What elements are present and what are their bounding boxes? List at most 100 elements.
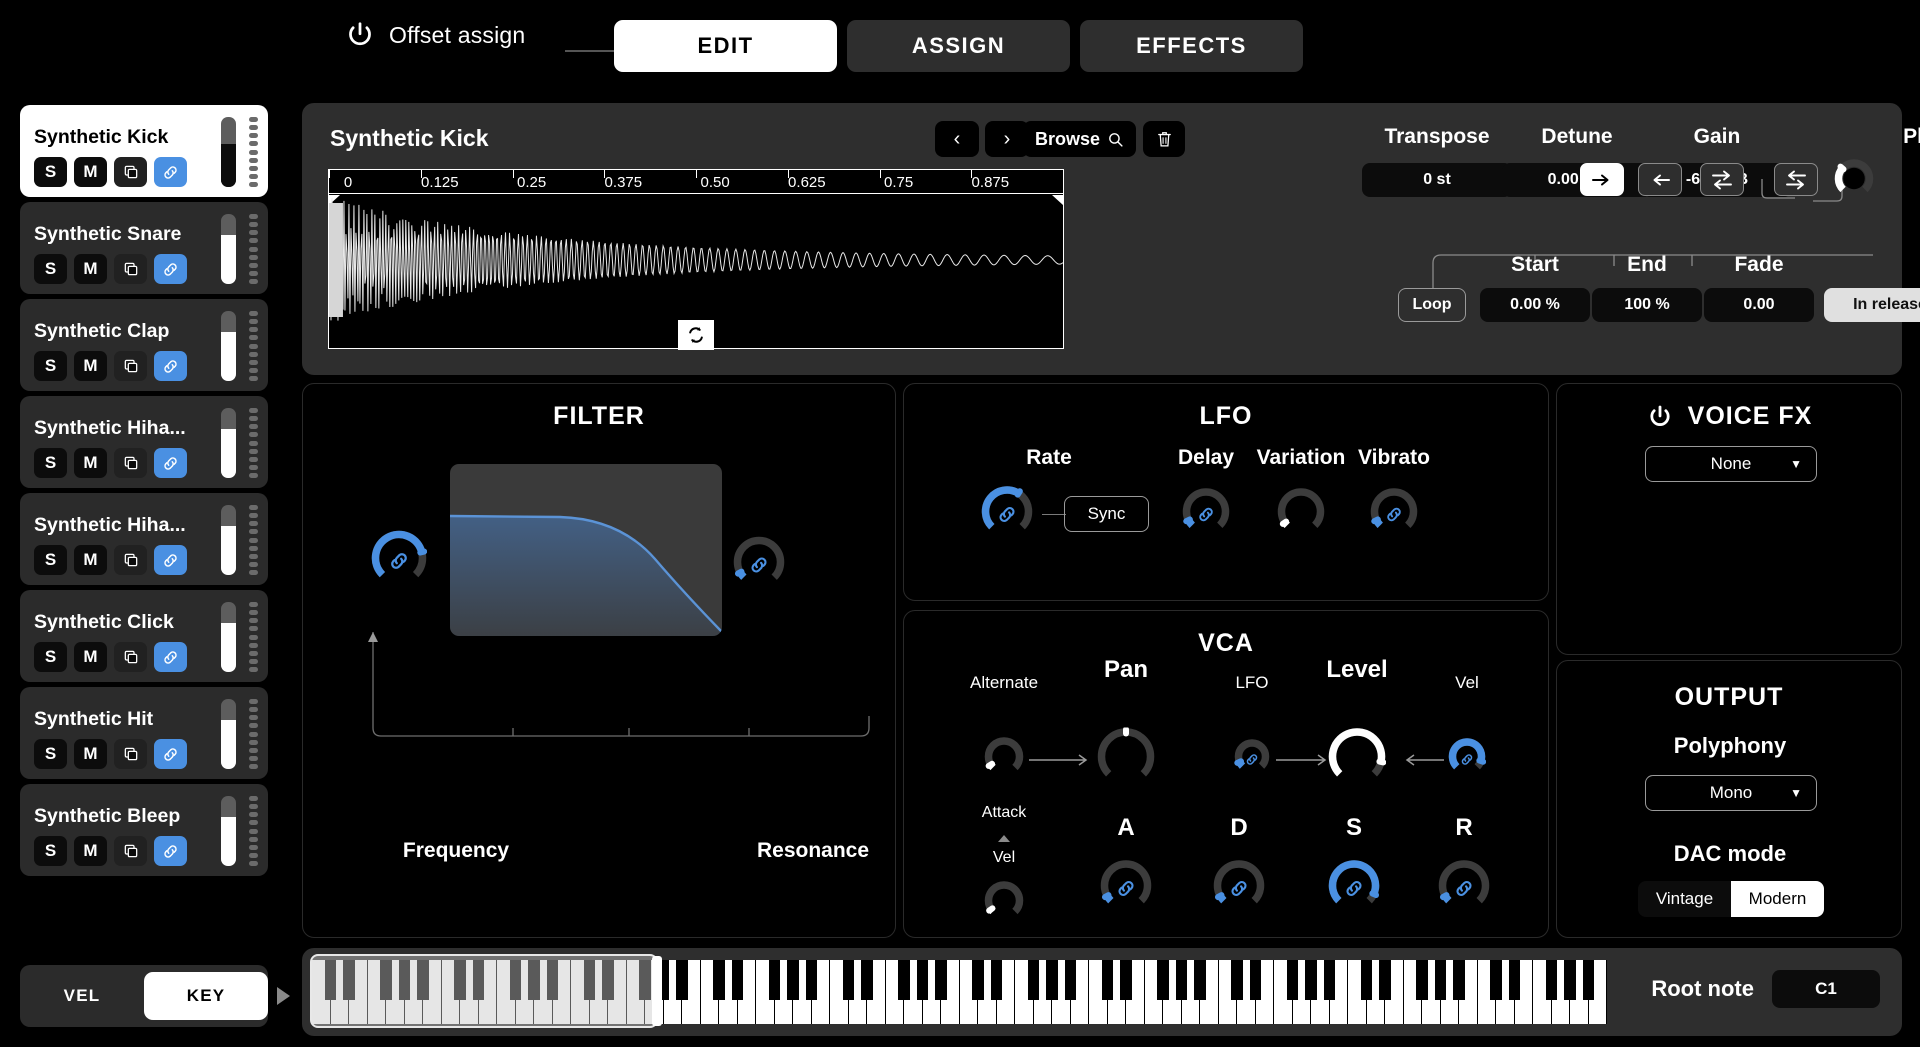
piano-black-key[interactable] [1564,960,1576,1000]
tab-assign[interactable]: ASSIGN [847,20,1070,72]
piano-black-key[interactable] [805,960,818,1000]
piano-black-key[interactable] [1157,960,1169,1000]
pad-row[interactable]: Synthetic Kick S M [20,105,268,197]
play-pingpong-forward-button[interactable] [1700,163,1744,196]
piano-black-key[interactable] [1286,960,1299,1000]
voicefx-select[interactable]: None ▼ [1645,446,1817,482]
piano-black-key[interactable] [861,960,873,1000]
pad-mute-button[interactable]: M [74,254,107,284]
pad-link-button[interactable] [154,254,187,284]
pad-mute-button[interactable]: M [74,157,107,187]
dac-vintage-button[interactable]: Vintage [1638,881,1731,917]
pad-solo-button[interactable]: S [34,157,67,187]
pad-duplicate-button[interactable] [114,642,147,672]
vca-decay-knob[interactable] [1213,860,1265,917]
pad-row[interactable]: Synthetic Clap S M [20,299,268,391]
dac-modern-button[interactable]: Modern [1731,881,1824,917]
pad-duplicate-button[interactable] [114,254,147,284]
root-note-value[interactable]: C1 [1772,970,1880,1008]
tab-edit[interactable]: EDIT [614,20,837,72]
pad-mute-button[interactable]: M [74,642,107,672]
piano-black-key[interactable] [842,960,855,1000]
pad-row[interactable]: Synthetic Hiha... S M [20,396,268,488]
pad-link-button[interactable] [154,448,187,478]
piano-black-key[interactable] [787,960,799,1000]
pad-row[interactable]: Synthetic Click S M [20,590,268,682]
piano-black-key[interactable] [898,960,910,1000]
piano-black-key[interactable] [1360,960,1373,1000]
vca-attack-vel-knob[interactable] [984,881,1024,926]
piano-black-key[interactable] [972,960,984,1000]
piano-black-key[interactable] [1582,960,1595,1000]
pad-link-button[interactable] [154,545,187,575]
vca-alternate-knob[interactable] [984,737,1024,782]
pad-mute-button[interactable]: M [74,448,107,478]
pad-solo-button[interactable]: S [34,642,67,672]
polyphony-select[interactable]: Mono ▼ [1645,775,1817,811]
pad-link-button[interactable] [154,351,187,381]
pad-fader[interactable] [221,117,236,187]
pad-row[interactable]: Synthetic Snare S M [20,202,268,294]
pad-fader[interactable] [221,214,236,284]
pad-fader[interactable] [221,311,236,381]
keyboard-range-selector[interactable] [310,954,662,1028]
pad-row[interactable]: Synthetic Hit S M [20,687,268,779]
pad-meter[interactable] [217,406,263,478]
piano-black-key[interactable] [1194,960,1206,1000]
vca-attack-knob[interactable] [1100,860,1152,917]
piano-black-key[interactable] [916,960,929,1000]
pad-solo-button[interactable]: S [34,351,67,381]
loop-mode-button[interactable]: In release [1824,288,1920,322]
pad-meter[interactable] [217,794,263,866]
lfo-vibrato-knob[interactable] [1370,488,1418,541]
pad-row[interactable]: Synthetic Bleep S M [20,784,268,876]
pad-meter[interactable] [217,309,263,381]
pad-solo-button[interactable]: S [34,739,67,769]
pad-duplicate-button[interactable] [114,351,147,381]
waveform-display[interactable]: 0 0.125 0.25 0.375 0.50 0.625 0.75 0.875 [328,169,1064,350]
voicefx-header[interactable]: VOICE FX [1557,402,1901,431]
loop-fade-value[interactable]: 0.00 [1704,288,1814,322]
pad-duplicate-button[interactable] [114,836,147,866]
pad-link-button[interactable] [154,157,187,187]
piano-black-key[interactable] [1323,960,1336,1000]
piano-black-key[interactable] [1453,960,1465,1000]
piano-black-key[interactable] [1175,960,1188,1000]
piano-black-key[interactable] [1046,960,1058,1000]
browse-button[interactable]: Browse [1023,121,1136,157]
piano-black-key[interactable] [731,960,744,1000]
pad-duplicate-button[interactable] [114,545,147,575]
piano-black-key[interactable] [935,960,947,1000]
play-reverse-button[interactable] [1638,163,1682,196]
piano-black-key[interactable] [990,960,1003,1000]
pad-meter[interactable] [217,503,263,575]
delete-sample-button[interactable] [1143,121,1185,157]
pad-link-button[interactable] [154,739,187,769]
piano-black-key[interactable] [1434,960,1447,1000]
piano-black-key[interactable] [768,960,781,1000]
pad-row[interactable]: Synthetic Hiha... S M [20,493,268,585]
play-forward-button[interactable] [1580,163,1624,196]
pad-link-button[interactable] [154,836,187,866]
pad-link-button[interactable] [154,642,187,672]
dac-mode-toggle[interactable]: Vintage Modern [1638,881,1824,917]
filter-frequency-knob[interactable] [371,530,428,591]
pad-fader[interactable] [221,602,236,672]
transpose-value[interactable]: 0 st [1362,163,1512,197]
lfo-variation-knob[interactable] [1277,488,1325,541]
pad-mute-button[interactable]: M [74,351,107,381]
keyboard-range-handle[interactable] [652,956,662,1026]
filter-resonance-knob[interactable] [733,536,785,593]
balance-knob[interactable] [1834,159,1874,204]
pad-fader[interactable] [221,796,236,866]
piano-black-key[interactable] [676,960,688,1000]
vca-release-knob[interactable] [1438,860,1490,917]
piano-black-key[interactable] [1305,960,1317,1000]
lfo-delay-knob[interactable] [1182,488,1230,541]
piano-black-key[interactable] [1231,960,1243,1000]
pad-meter[interactable] [217,697,263,769]
piano-black-key[interactable] [1027,960,1040,1000]
pad-meter[interactable] [217,600,263,672]
prev-sample-button[interactable]: ‹ [935,121,979,157]
vel-key-toggle[interactable]: VEL KEY [20,965,268,1027]
